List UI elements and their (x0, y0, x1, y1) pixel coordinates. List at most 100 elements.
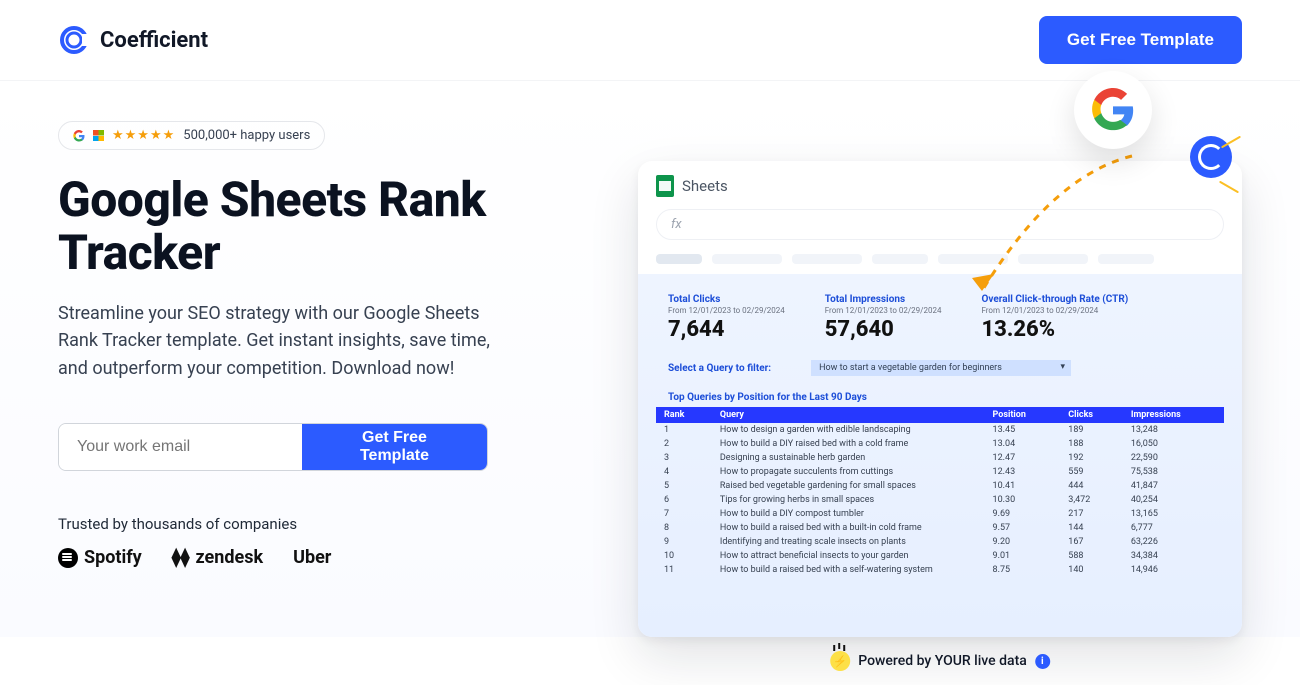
header-cta-button[interactable]: Get Free Template (1039, 16, 1242, 64)
table-row: 8How to build a raised bed with a built-… (656, 521, 1224, 535)
cell-position: 9.69 (985, 507, 1061, 521)
table-row: 9Identifying and treating scale insects … (656, 535, 1224, 549)
col-query: Query (712, 407, 985, 423)
brand-logo[interactable]: Coefficient (58, 24, 208, 56)
cell-query: Designing a sustainable herb garden (712, 451, 985, 465)
badge-text: 500,000+ happy users (183, 128, 310, 143)
cell-position: 8.75 (985, 563, 1061, 577)
cell-query: Raised bed vegetable gardening for small… (712, 479, 985, 493)
company-spotify: Spotify (58, 547, 142, 568)
cell-impressions: 6,777 (1123, 521, 1224, 535)
col-position: Position (985, 407, 1061, 423)
spotify-label: Spotify (84, 547, 142, 568)
company-logos: Spotify ⧫⧫ zendesk Uber (58, 547, 598, 568)
table-row: 10How to attract beneficial insects to y… (656, 549, 1224, 563)
cell-rank: 6 (656, 493, 712, 507)
cell-rank: 11 (656, 563, 712, 577)
powered-by-label: ⚡ Powered by YOUR live data i (830, 651, 1050, 671)
brand-text: Coefficient (100, 28, 208, 53)
email-form: Get Free Template (58, 423, 488, 471)
cell-rank: 7 (656, 507, 712, 521)
stat-label: Total Clicks (668, 294, 785, 305)
google-sheets-icon (656, 175, 674, 197)
cell-position: 9.57 (985, 521, 1061, 535)
cell-rank: 2 (656, 437, 712, 451)
spotify-icon (58, 548, 78, 568)
cell-impressions: 63,226 (1123, 535, 1224, 549)
page-subtitle: Streamline your SEO strategy with our Go… (58, 300, 518, 384)
cell-rank: 4 (656, 465, 712, 479)
page-title: Google Sheets Rank Tracker (58, 174, 598, 280)
cell-position: 9.01 (985, 549, 1061, 563)
table-row: 2How to build a DIY raised bed with a co… (656, 437, 1224, 451)
cell-impressions: 34,384 (1123, 549, 1224, 563)
table-row: 7How to build a DIY compost tumbler9.692… (656, 507, 1224, 521)
cell-rank: 10 (656, 549, 712, 563)
cell-impressions: 14,946 (1123, 563, 1224, 577)
cell-clicks: 140 (1060, 563, 1123, 577)
table-row: 3Designing a sustainable herb garden12.4… (656, 451, 1224, 465)
cell-clicks: 588 (1060, 549, 1123, 563)
cell-query: How to propagate succulents from cutting… (712, 465, 985, 479)
cell-position: 13.45 (985, 423, 1061, 437)
cell-rank: 1 (656, 423, 712, 437)
google-logo-bubble (1074, 71, 1152, 149)
cell-clicks: 167 (1060, 535, 1123, 549)
cell-position: 9.20 (985, 535, 1061, 549)
cell-position: 12.43 (985, 465, 1061, 479)
cell-clicks: 144 (1060, 521, 1123, 535)
cell-clicks: 3,472 (1060, 493, 1123, 507)
preview-panel: Sheets fx Total Clicks From 12/01/2023 t… (638, 121, 1242, 637)
cell-impressions: 22,590 (1123, 451, 1224, 465)
microsoft-icon (93, 130, 104, 141)
cell-rank: 5 (656, 479, 712, 493)
coefficient-bubble-icon (1190, 136, 1232, 178)
cell-query: How to design a garden with edible lands… (712, 423, 985, 437)
table-row: 6Tips for growing herbs in small spaces1… (656, 493, 1224, 507)
table-row: 5Raised bed vegetable gardening for smal… (656, 479, 1224, 493)
table-title: Top Queries by Position for the Last 90 … (656, 386, 1224, 407)
cell-impressions: 75,538 (1123, 465, 1224, 479)
table-row: 11How to build a raised bed with a self-… (656, 563, 1224, 577)
cell-position: 10.30 (985, 493, 1061, 507)
bolt-icon: ⚡ (830, 651, 850, 671)
cell-position: 13.04 (985, 437, 1061, 451)
info-icon[interactable]: i (1035, 654, 1050, 669)
cell-position: 10.41 (985, 479, 1061, 493)
cell-rank: 9 (656, 535, 712, 549)
cell-impressions: 40,254 (1123, 493, 1224, 507)
trusted-label: Trusted by thousands of companies (58, 515, 598, 533)
stat-date-range: From 12/01/2023 to 02/29/2024 (668, 306, 785, 315)
email-field[interactable] (59, 424, 302, 470)
stat-value: 7,644 (668, 317, 785, 342)
table-row: 4How to propagate succulents from cuttin… (656, 465, 1224, 479)
cell-clicks: 189 (1060, 423, 1123, 437)
zendesk-icon: ⧫⧫ (172, 547, 190, 568)
cell-impressions: 13,248 (1123, 423, 1224, 437)
cell-query: How to build a raised bed with a built-i… (712, 521, 985, 535)
cell-query: How to build a DIY compost tumbler (712, 507, 985, 521)
cell-query: How to build a raised bed with a self-wa… (712, 563, 985, 577)
cell-clicks: 217 (1060, 507, 1123, 521)
header: Coefficient Get Free Template (0, 0, 1300, 81)
cell-query: Tips for growing herbs in small spaces (712, 493, 985, 507)
cell-query: How to attract beneficial insects to you… (712, 549, 985, 563)
filter-select[interactable]: How to start a vegetable garden for begi… (811, 360, 1071, 376)
cell-clicks: 559 (1060, 465, 1123, 479)
google-icon (73, 130, 85, 142)
form-submit-button[interactable]: Get Free Template (302, 424, 487, 470)
cell-query: Identifying and treating scale insects o… (712, 535, 985, 549)
cell-rank: 8 (656, 521, 712, 535)
powered-text: Powered by YOUR live data (858, 653, 1027, 669)
cell-query: How to build a DIY raised bed with a col… (712, 437, 985, 451)
cell-clicks: 444 (1060, 479, 1123, 493)
stat-clicks: Total Clicks From 12/01/2023 to 02/29/20… (668, 294, 785, 342)
company-zendesk: ⧫⧫ zendesk (172, 547, 263, 568)
col-impressions: Impressions (1123, 407, 1224, 423)
cell-rank: 3 (656, 451, 712, 465)
cell-impressions: 16,050 (1123, 437, 1224, 451)
sheet-app-title: Sheets (682, 177, 728, 195)
rank-table: Rank Query Position Clicks Impressions 1… (656, 407, 1224, 577)
col-rank: Rank (656, 407, 712, 423)
company-uber: Uber (293, 547, 331, 568)
